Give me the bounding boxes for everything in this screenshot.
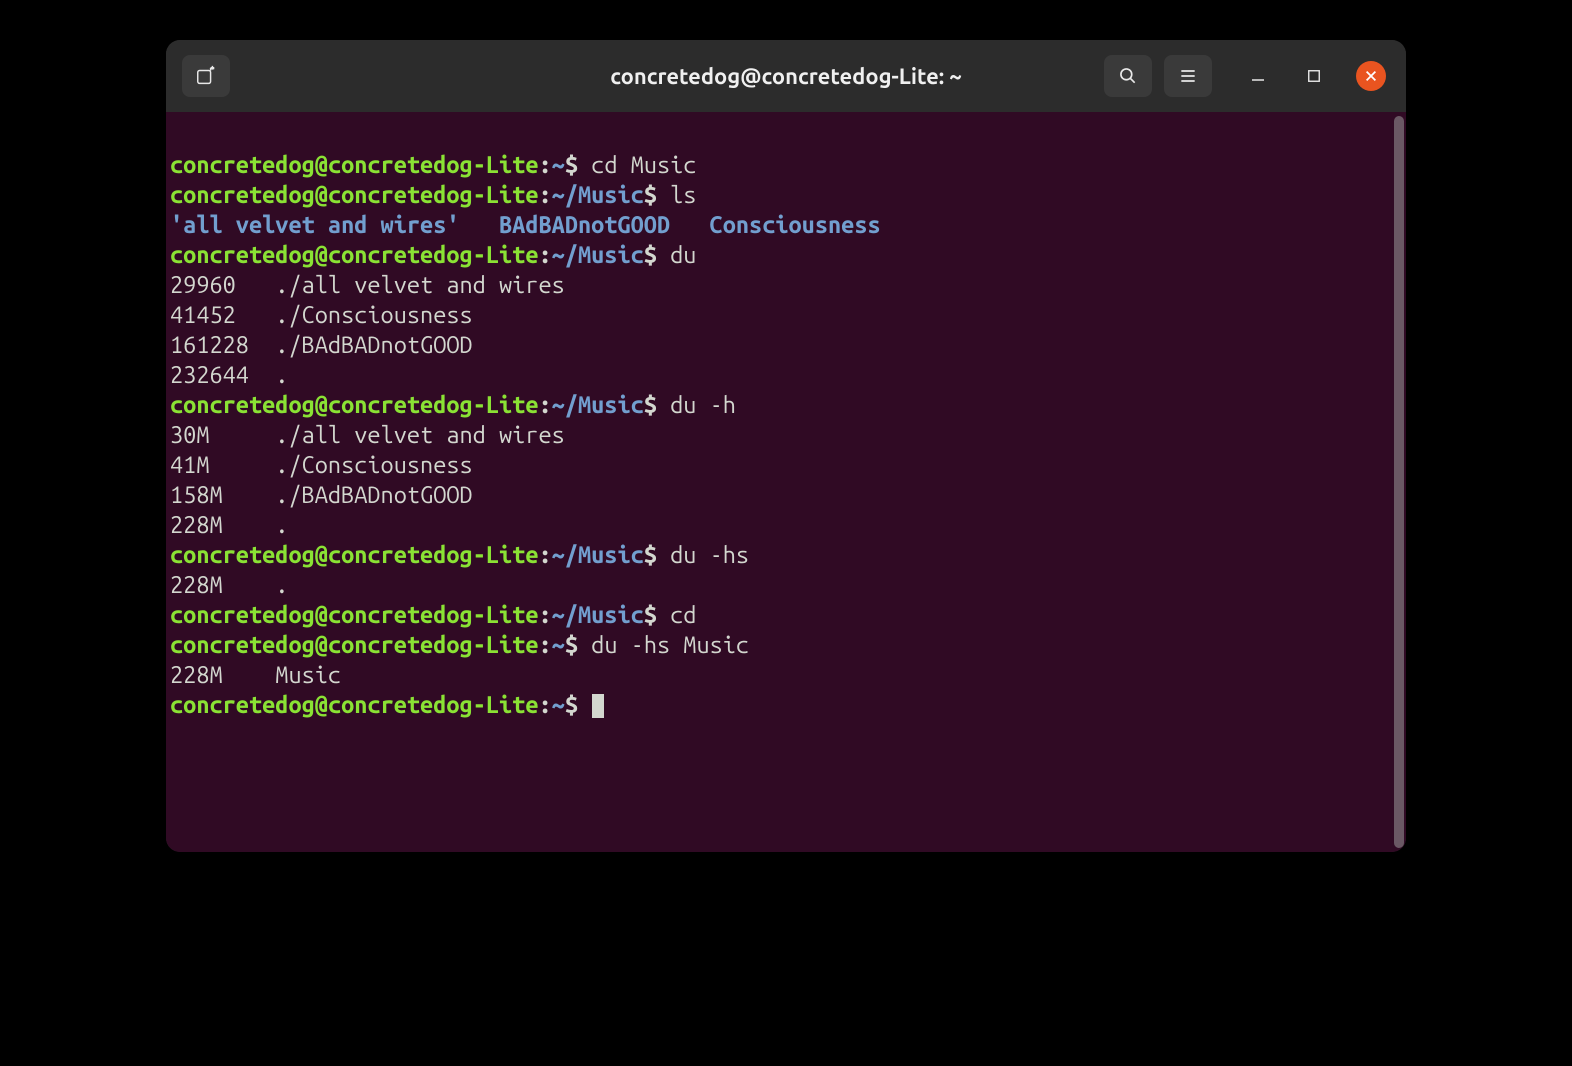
du-output-line: 161228 ./BAdBADnotGOOD <box>170 332 473 358</box>
maximize-button[interactable] <box>1300 62 1328 90</box>
maximize-icon <box>1307 69 1321 83</box>
du-output-line: 228M Music <box>170 662 341 688</box>
prompt-at: @ <box>315 692 328 718</box>
new-tab-icon <box>195 65 217 87</box>
du-output-line: 228M . <box>170 512 288 538</box>
terminal-body[interactable]: concretedog@concretedog-Lite:~$ cd Music… <box>166 112 1406 852</box>
prompt-path: ~/Music <box>552 602 644 628</box>
prompt-host: concretedog-Lite <box>328 692 539 718</box>
prompt-dollar: $ <box>644 182 657 208</box>
prompt-dollar: $ <box>644 542 657 568</box>
du-output-line: 228M . <box>170 572 288 598</box>
titlebar: concretedog@concretedog-Lite: ~ <box>166 40 1406 112</box>
prompt-dollar: $ <box>644 392 657 418</box>
prompt-at: @ <box>315 602 328 628</box>
prompt-host: concretedog-Lite <box>328 542 539 568</box>
window-controls <box>1244 61 1386 91</box>
prompt-user: concretedog <box>170 152 315 178</box>
command-input: cd <box>657 602 696 628</box>
command-input: ls <box>657 182 696 208</box>
prompt-user: concretedog <box>170 182 315 208</box>
prompt-host: concretedog-Lite <box>328 602 539 628</box>
search-icon <box>1118 66 1138 86</box>
prompt-dollar: $ <box>565 152 578 178</box>
scrollbar[interactable] <box>1394 116 1404 848</box>
new-tab-button[interactable] <box>182 55 230 97</box>
minimize-button[interactable] <box>1244 62 1272 90</box>
prompt-colon: : <box>539 392 552 418</box>
search-button[interactable] <box>1104 55 1152 97</box>
command-input: cd Music <box>578 152 696 178</box>
prompt-colon: : <box>539 692 552 718</box>
prompt-user: concretedog <box>170 392 315 418</box>
titlebar-right <box>1104 55 1396 97</box>
prompt-at: @ <box>315 152 328 178</box>
prompt-dollar: $ <box>644 242 657 268</box>
close-icon <box>1364 69 1378 83</box>
prompt-colon: : <box>539 542 552 568</box>
prompt-colon: : <box>539 632 552 658</box>
cursor <box>592 694 604 718</box>
prompt-host: concretedog-Lite <box>328 182 539 208</box>
prompt-at: @ <box>315 182 328 208</box>
prompt-dollar: $ <box>644 602 657 628</box>
prompt-dollar: $ <box>565 692 578 718</box>
prompt-at: @ <box>315 542 328 568</box>
du-output-line: 41452 ./Consciousness <box>170 302 473 328</box>
command-input: du -hs <box>657 542 749 568</box>
command-input: du -h <box>657 392 736 418</box>
prompt-path: ~ <box>552 632 565 658</box>
prompt-path: ~ <box>552 152 565 178</box>
prompt-user: concretedog <box>170 692 315 718</box>
menu-button[interactable] <box>1164 55 1212 97</box>
prompt-path: ~ <box>552 692 565 718</box>
prompt-path: ~/Music <box>552 182 644 208</box>
prompt-at: @ <box>315 632 328 658</box>
prompt-path: ~/Music <box>552 542 644 568</box>
prompt-host: concretedog-Lite <box>328 152 539 178</box>
prompt-host: concretedog-Lite <box>328 392 539 418</box>
prompt-user: concretedog <box>170 632 315 658</box>
du-output-line: 30M ./all velvet and wires <box>170 422 565 448</box>
ls-output: 'all velvet and wires' BAdBADnotGOOD Con… <box>170 212 881 238</box>
minimize-icon <box>1250 68 1266 84</box>
close-button[interactable] <box>1356 61 1386 91</box>
prompt-colon: : <box>539 242 552 268</box>
prompt-at: @ <box>315 392 328 418</box>
hamburger-icon <box>1178 66 1198 86</box>
prompt-user: concretedog <box>170 242 315 268</box>
prompt-colon: : <box>539 602 552 628</box>
prompt-host: concretedog-Lite <box>328 242 539 268</box>
prompt-user: concretedog <box>170 542 315 568</box>
du-output-line: 29960 ./all velvet and wires <box>170 272 565 298</box>
prompt-path: ~/Music <box>552 242 644 268</box>
prompt-colon: : <box>539 182 552 208</box>
du-output-line: 158M ./BAdBADnotGOOD <box>170 482 473 508</box>
prompt-user: concretedog <box>170 602 315 628</box>
command-input: du <box>657 242 696 268</box>
titlebar-left <box>176 55 230 97</box>
du-output-line: 41M ./Consciousness <box>170 452 473 478</box>
prompt-colon: : <box>539 152 552 178</box>
prompt-host: concretedog-Lite <box>328 632 539 658</box>
command-input: du -hs Music <box>578 632 749 658</box>
prompt-dollar: $ <box>565 632 578 658</box>
prompt-at: @ <box>315 242 328 268</box>
du-output-line: 232644 . <box>170 362 288 388</box>
terminal-window: concretedog@concretedog-Lite: ~ <box>166 40 1406 852</box>
prompt-path: ~/Music <box>552 392 644 418</box>
